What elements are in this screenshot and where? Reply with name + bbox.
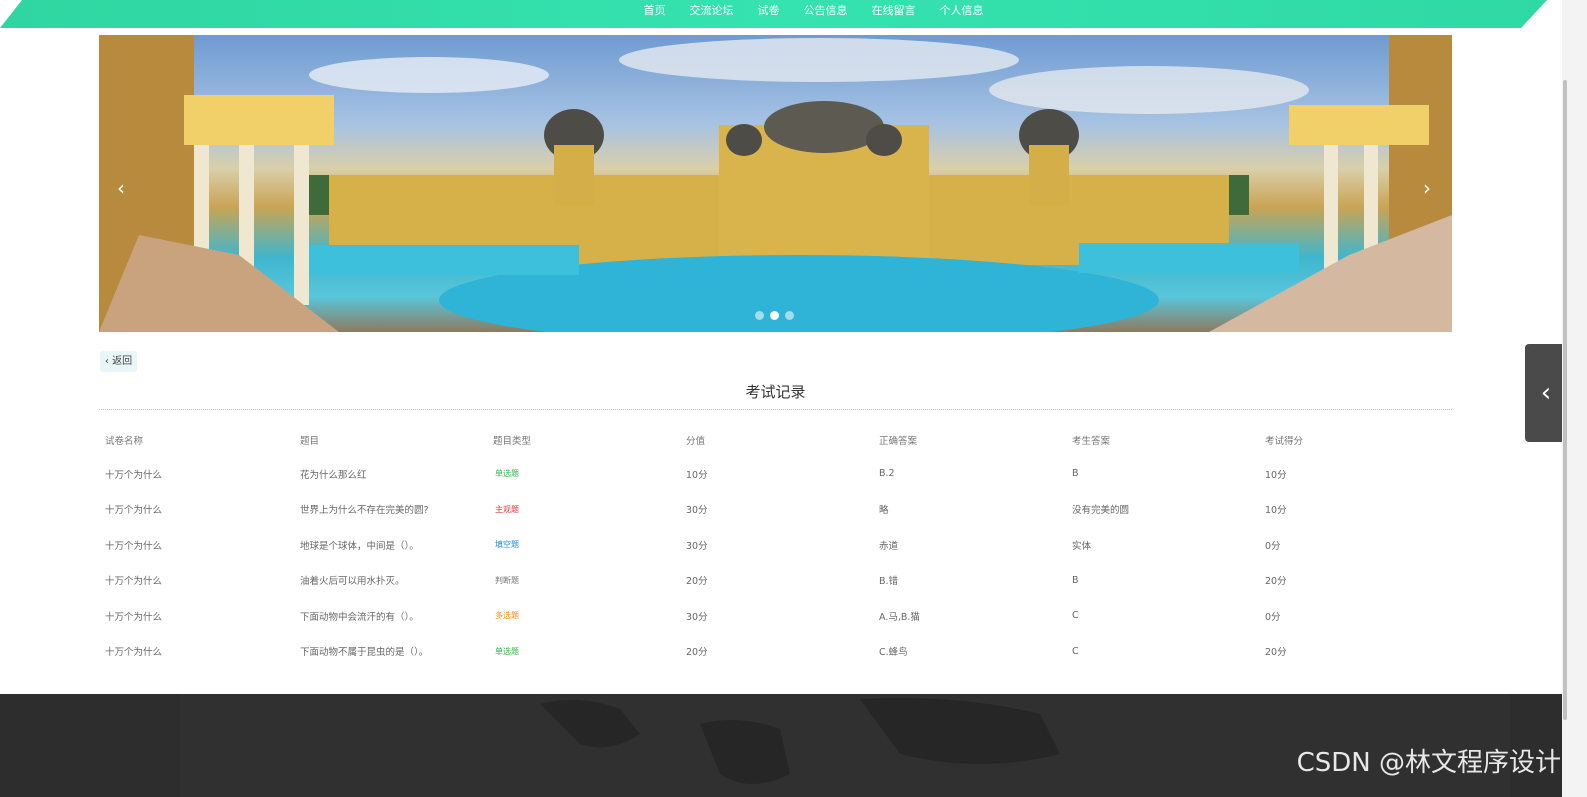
cell-question-type: 判断题 [487, 575, 680, 586]
nav-item-messages[interactable]: 在线留言 [860, 0, 928, 28]
cell-exam-score: 10分 [1265, 469, 1287, 481]
question-type-tag: 单选题 [495, 469, 519, 479]
page-title: 考试记录 [745, 383, 806, 401]
scrollbar-thumb[interactable] [1563, 80, 1567, 720]
chevron-right-icon: › [1423, 176, 1431, 200]
carousel-dot-1[interactable] [755, 311, 764, 320]
cell-student-answer: B [1072, 468, 1079, 480]
question-type-tag: 填空题 [495, 540, 519, 550]
table-body: 十万个为什么 花为什么那么红 单选题 10分 B.2 B 10分 十万个为什么 世界上为什么不存… [99, 456, 1452, 669]
carousel-prev-button[interactable]: ‹ [104, 168, 138, 208]
cell-question: 油着火后可以用水扑灭。 [300, 576, 405, 588]
header-question: 题目 [300, 436, 320, 447]
cell-exam-score: 20分 [1265, 576, 1287, 588]
cell-question: 花为什么那么红 [300, 469, 367, 481]
cell-question-type: 单选题 [487, 468, 680, 479]
table-row: 十万个为什么 地球是个球体，中间是（）。 填空题 30分 赤道 实体 0分 [99, 527, 1452, 563]
cell-question: 下面动物中会流汗的有（）。 [300, 611, 419, 623]
cell-exam-score: 20分 [1265, 647, 1287, 659]
question-type-tag: 判断题 [495, 575, 519, 585]
question-type-tag: 多选题 [495, 611, 519, 621]
table-header: 试卷名称 题目 题目类型 分值 正确答案 考生答案 考试得分 [99, 424, 1452, 456]
cell-score: 30分 [686, 505, 708, 517]
cell-score: 20分 [686, 576, 708, 588]
cell-paper-name: 十万个为什么 [105, 540, 163, 552]
cell-correct-answer: 赤道 [879, 540, 899, 552]
exam-records-table: 试卷名称 题目 题目类型 分值 正确答案 考生答案 考试得分 十万个为什么 花为什… [99, 424, 1452, 669]
cell-question: 下面动物不属于昆虫的是（）。 [300, 647, 429, 659]
nav-item-announcements[interactable]: 公告信息 [792, 0, 860, 28]
header-score: 分值 [686, 436, 706, 447]
table-row: 十万个为什么 花为什么那么红 单选题 10分 B.2 B 10分 [99, 456, 1452, 492]
question-type-tag: 单选题 [495, 646, 519, 656]
chevron-left-icon: ‹ [1540, 378, 1552, 408]
cell-correct-answer: B.错 [879, 576, 899, 588]
nav-item-home[interactable]: 首页 [632, 0, 678, 28]
cell-student-answer: C [1072, 610, 1079, 622]
cell-paper-name: 十万个为什么 [105, 576, 163, 588]
table-row: 十万个为什么 油着火后可以用水扑灭。 判断题 20分 B.错 B 20分 [99, 563, 1452, 599]
side-panel-toggle[interactable]: ‹ [1525, 344, 1567, 442]
cell-question-type: 主观题 [487, 504, 680, 515]
table-row: 十万个为什么 世界上为什么不存在完美的圆? 主观题 30分 略 没有完美的圆 10分 [99, 492, 1452, 528]
cell-paper-name: 十万个为什么 [105, 505, 163, 517]
watermark-text: CSDN @林文程序设计 [1296, 748, 1561, 778]
cell-correct-answer: C.蜂鸟 [879, 647, 908, 659]
cell-paper-name: 十万个为什么 [105, 469, 163, 481]
divider [99, 409, 1452, 410]
cell-correct-answer: A.马,B.猫 [879, 611, 920, 623]
nav-item-papers[interactable]: 试卷 [746, 0, 792, 28]
cell-paper-name: 十万个为什么 [105, 647, 163, 659]
table-row: 十万个为什么 下面动物不属于昆虫的是（）。 单选题 20分 C.蜂鸟 C 20分 [99, 634, 1452, 670]
cell-correct-answer: B.2 [879, 468, 895, 480]
cell-student-answer: 没有完美的圆 [1072, 505, 1130, 517]
cell-score: 20分 [686, 647, 708, 659]
banner-image [99, 35, 1452, 332]
cell-paper-name: 十万个为什么 [105, 611, 163, 623]
cell-student-answer: 实体 [1072, 540, 1092, 552]
cell-student-answer: B [1072, 574, 1079, 586]
carousel-dot-3[interactable] [785, 311, 794, 320]
header-correct-answer: 正确答案 [879, 436, 918, 447]
chevron-left-icon: ‹ [117, 176, 125, 200]
carousel-dot-2[interactable] [770, 311, 779, 320]
cell-question: 地球是个球体，中间是（）。 [300, 540, 419, 552]
cell-score: 30分 [686, 540, 708, 552]
cell-exam-score: 0分 [1265, 611, 1281, 623]
nav-item-profile[interactable]: 个人信息 [928, 0, 996, 28]
table-row: 十万个为什么 下面动物中会流汗的有（）。 多选题 30分 A.马,B.猫 C 0分 [99, 598, 1452, 634]
cell-score: 10分 [686, 469, 708, 481]
cell-correct-answer: 略 [879, 505, 889, 517]
nav-item-forum[interactable]: 交流论坛 [678, 0, 746, 28]
question-type-tag: 主观题 [495, 504, 519, 514]
banner-carousel [99, 35, 1452, 332]
nav-menu: 首页 交流论坛 试卷 公告信息 在线留言 个人信息 [0, 0, 1587, 28]
cell-question: 世界上为什么不存在完美的圆? [300, 505, 429, 517]
carousel-indicators [755, 311, 794, 320]
cell-exam-score: 10分 [1265, 505, 1287, 517]
header-student-answer: 考生答案 [1072, 436, 1111, 447]
back-button[interactable]: ‹ 返回 [100, 351, 138, 372]
cell-question-type: 多选题 [487, 610, 680, 621]
header-question-type: 题目类型 [493, 436, 532, 447]
cell-exam-score: 0分 [1265, 540, 1281, 552]
header-exam-score: 考试得分 [1265, 436, 1304, 447]
carousel-next-button[interactable]: › [1410, 168, 1444, 208]
cell-student-answer: C [1072, 645, 1079, 657]
header-paper-name: 试卷名称 [105, 436, 144, 447]
cell-question-type: 填空题 [487, 539, 680, 550]
cell-score: 30分 [686, 611, 708, 623]
cell-question-type: 单选题 [487, 646, 680, 657]
